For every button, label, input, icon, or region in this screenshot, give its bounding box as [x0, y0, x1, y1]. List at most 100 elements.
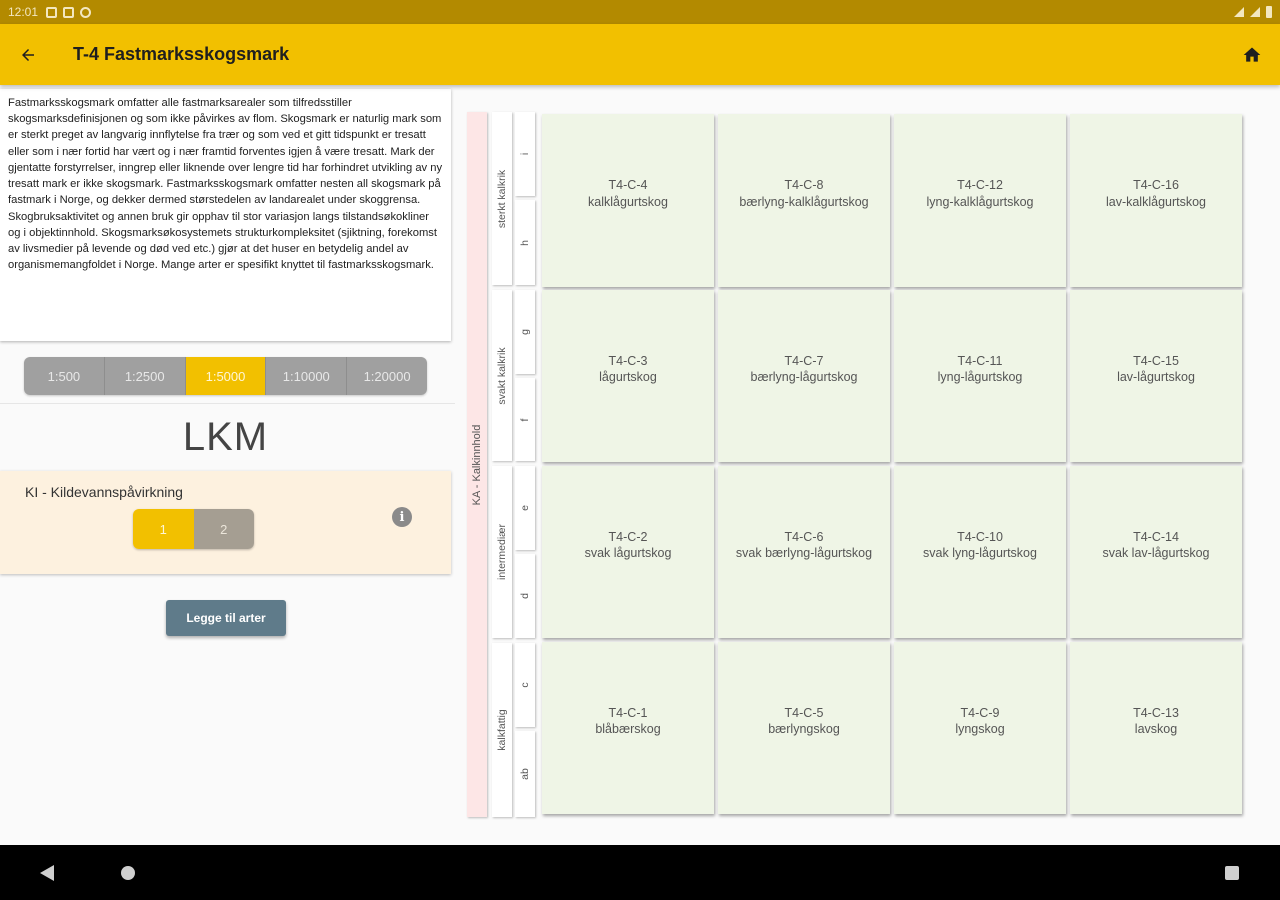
- group-label: kalkfattig: [496, 709, 508, 751]
- step-cell-g: g: [515, 290, 535, 374]
- step-label: e: [519, 505, 531, 511]
- cell-code: T4-C-10: [957, 529, 1003, 544]
- add-species-button[interactable]: Legge til arter: [166, 600, 286, 636]
- scale-selector: 1:500 1:2500 1:5000 1:10000 1:20000: [24, 357, 427, 395]
- grid-cell-t4-c-6[interactable]: T4-C-6 svak bærlyng-lågurtskog: [718, 466, 890, 638]
- cell-name: blåbærskog: [595, 722, 661, 736]
- info-icon[interactable]: i: [392, 507, 412, 527]
- grid-cell-t4-c-14[interactable]: T4-C-14 svak lav-lågurtskog: [1070, 466, 1242, 638]
- ki-label: KI - Kildevannspåvirkning: [25, 484, 183, 500]
- cell-code: T4-C-4: [608, 178, 648, 193]
- battery-icon: [1266, 6, 1272, 18]
- scale-button-500[interactable]: 1:500: [24, 357, 105, 395]
- cell-name: svak lyng-lågurtskog: [923, 546, 1037, 560]
- group-label: sterkt kalkrik: [496, 169, 508, 228]
- group-cell-svakt-kalkrik: svakt kalkrik: [492, 290, 512, 461]
- grid-cell-t4-c-10[interactable]: T4-C-10 svak lyng-lågurtskog: [894, 466, 1066, 638]
- cell-code: T4-C-3: [608, 353, 648, 368]
- arrow-back-icon: [22, 48, 34, 61]
- grid-cells: T4-C-4 kalklågurtskog T4-C-8 bærlyng-kal…: [542, 114, 1244, 817]
- cell-name: lav-lågurtskog: [1117, 370, 1195, 384]
- blocked-icon: [80, 6, 92, 18]
- step-label: f: [519, 418, 531, 421]
- grid-cell-t4-c-5[interactable]: T4-C-5 bærlyngskog: [718, 642, 890, 814]
- grid-cell-t4-c-7[interactable]: T4-C-7 bærlyng-lågurtskog: [718, 290, 890, 462]
- cell-name: kalklågurtskog: [588, 194, 668, 209]
- ki-option-2[interactable]: 2: [193, 509, 254, 549]
- cell-code: T4-C-8: [784, 178, 824, 193]
- grid-cell-t4-c-9[interactable]: T4-C-9 lyngskog: [894, 642, 1066, 814]
- notification-icon: [46, 6, 58, 18]
- grid-cell-t4-c-8[interactable]: T4-C-8 bærlyng-kalklågurtskog: [718, 114, 890, 287]
- cell-name: lav-kalklågurtskog: [1105, 194, 1207, 209]
- group-label: svakt kalkrik: [496, 346, 508, 405]
- grid-cell-t4-c-13[interactable]: T4-C-13 lavskog: [1070, 642, 1242, 814]
- step-cell-d: d: [515, 554, 535, 638]
- step-cell-e: e: [515, 466, 535, 550]
- grid-cell-t4-c-3[interactable]: T4-C-3 lågurtskog: [542, 290, 714, 462]
- cell-code: T4-C-2: [608, 529, 648, 544]
- group-column: sterkt kalkrik svakt kalkrik intermediær…: [492, 112, 512, 817]
- status-time: 12:01: [8, 5, 39, 19]
- cell-name: lyng-lågurtskog: [937, 370, 1023, 384]
- status-icons: [46, 6, 92, 18]
- right-panel: KA - Kalkinnhold sterkt kalkrik svakt ka…: [460, 85, 1280, 845]
- step-label: d: [519, 593, 531, 599]
- scale-button-10000[interactable]: 1:10000: [266, 357, 348, 395]
- step-column: i h g f e d c ab: [515, 112, 535, 817]
- grid-cell-t4-c-2[interactable]: T4-C-2 svak lågurtskog: [542, 466, 714, 638]
- status-bar: 12:01: [0, 0, 1280, 24]
- cell-code: T4-C-11: [957, 353, 1003, 368]
- system-nav-bar: [0, 845, 1280, 900]
- step-cell-f: f: [515, 378, 535, 461]
- page-title: T-4 Fastmarksskogsmark: [73, 44, 290, 64]
- ki-card: KI - Kildevannspåvirkning 1 2 i: [0, 471, 451, 574]
- grid-cell-t4-c-1[interactable]: T4-C-1 blåbærskog: [542, 642, 714, 814]
- step-cell-ab: ab: [515, 731, 535, 817]
- description-card: Fastmarksskogsmark omfatter alle fastmar…: [0, 89, 451, 341]
- grid-cell-t4-c-16[interactable]: T4-C-16 lav-kalklågurtskog: [1070, 114, 1242, 287]
- step-cell-c: c: [515, 643, 535, 727]
- cell-name: lavskog: [1134, 722, 1178, 736]
- cell-code: T4-C-14: [1133, 529, 1179, 544]
- step-cell-i: i: [515, 112, 535, 196]
- axis-bar: KA - Kalkinnhold: [467, 112, 487, 817]
- step-cell-h: h: [515, 200, 535, 285]
- ki-option-1[interactable]: 1: [133, 509, 194, 549]
- step-label: g: [519, 329, 531, 335]
- grid-cell-t4-c-15[interactable]: T4-C-15 lav-lågurtskog: [1070, 290, 1242, 462]
- grid-cell-t4-c-12[interactable]: T4-C-12 lyng-kalklågurtskog: [894, 114, 1066, 287]
- scale-button-5000[interactable]: 1:5000: [185, 357, 267, 395]
- nav-home-icon[interactable]: [121, 866, 135, 880]
- cell-code: T4-C-12: [957, 178, 1003, 193]
- step-label: ab: [519, 768, 531, 780]
- nav-recents-icon[interactable]: [1225, 866, 1239, 880]
- grid-cell-t4-c-4[interactable]: T4-C-4 kalklågurtskog: [542, 114, 714, 287]
- ki-selector: 1 2: [133, 509, 254, 549]
- group-cell-sterkt-kalkrik: sterkt kalkrik: [492, 112, 512, 285]
- cell-name: bærlyng-lågurtskog: [750, 370, 858, 384]
- cell-code: T4-C-13: [1133, 705, 1179, 720]
- step-label: c: [519, 682, 531, 688]
- step-label: h: [519, 239, 531, 246]
- wifi-icon: [1234, 7, 1244, 17]
- home-button[interactable]: [1224, 27, 1280, 83]
- cell-code: T4-C-16: [1133, 178, 1179, 193]
- storage-icon: [63, 6, 75, 18]
- grid-cell-t4-c-11[interactable]: T4-C-11 lyng-lågurtskog: [894, 290, 1066, 462]
- group-cell-kalkfattig: kalkfattig: [492, 643, 512, 817]
- cell-code: T4-C-7: [784, 353, 824, 368]
- group-cell-intermediaer: intermediær: [492, 466, 512, 638]
- back-button[interactable]: [0, 27, 56, 83]
- cell-name: lågurtskog: [599, 370, 657, 384]
- cell-name: svak lav-lågurtskog: [1102, 546, 1210, 560]
- scale-button-2500[interactable]: 1:2500: [104, 357, 186, 395]
- cell-name: svak lågurtskog: [584, 546, 672, 560]
- cell-name: bærlyngskog: [768, 722, 840, 736]
- app-bar: T-4 Fastmarksskogsmark: [0, 24, 1280, 85]
- cell-name: lyng-kalklågurtskog: [926, 194, 1034, 209]
- group-label: intermediær: [496, 523, 508, 581]
- step-label: i: [519, 152, 531, 156]
- nav-back-icon[interactable]: [40, 865, 54, 881]
- scale-button-20000[interactable]: 1:20000: [347, 357, 427, 395]
